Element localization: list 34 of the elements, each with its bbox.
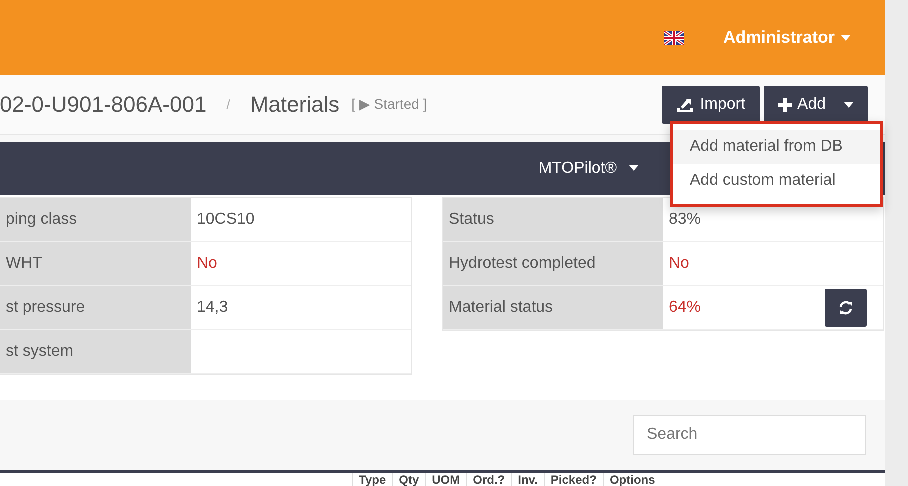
add-button[interactable]: Add — [764, 86, 868, 124]
panel-menu[interactable]: MTOPilot® — [532, 156, 645, 182]
row-value: No — [669, 254, 690, 274]
import-button[interactable]: Import — [662, 86, 760, 124]
column-header[interactable]: UOM — [425, 473, 466, 486]
breadcrumb-separator: / — [226, 96, 230, 114]
caret-icon — [841, 35, 851, 42]
row-label: ping class — [0, 198, 191, 242]
row-value: 64% — [669, 298, 702, 318]
page-title: Materials — [250, 91, 340, 119]
caret-icon — [844, 102, 854, 108]
caret-icon — [629, 165, 639, 172]
menu-item[interactable]: Add material from DB — [673, 130, 880, 164]
search-field[interactable]: Search — [633, 415, 866, 455]
row-label: WHT — [0, 242, 191, 286]
status-label: [ ▶ Started ] — [352, 95, 428, 114]
flag-icon[interactable] — [664, 30, 684, 44]
row-value: 10CS10 — [197, 210, 255, 230]
row-value: 14,3 — [197, 298, 228, 318]
refresh-icon — [839, 300, 853, 314]
row-value: No — [197, 254, 218, 274]
column-header[interactable]: Ord.? — [466, 473, 512, 486]
column-header[interactable]: Picked? — [544, 473, 603, 486]
column-header[interactable]: Inv. — [511, 473, 544, 486]
refresh-button[interactable] — [825, 288, 867, 326]
row-label: st system — [0, 330, 191, 374]
breadcrumb-link[interactable]: 02-0-U901-806A-001 — [0, 88, 207, 121]
row-label: Hydrotest completed — [443, 242, 663, 286]
row-label: st pressure — [0, 286, 191, 330]
menu-item[interactable]: Add custom material — [673, 164, 880, 198]
row-value: 83% — [669, 210, 702, 230]
plus-icon — [778, 98, 792, 112]
row-label: Material status — [443, 286, 663, 330]
row-label: Status — [443, 198, 663, 242]
